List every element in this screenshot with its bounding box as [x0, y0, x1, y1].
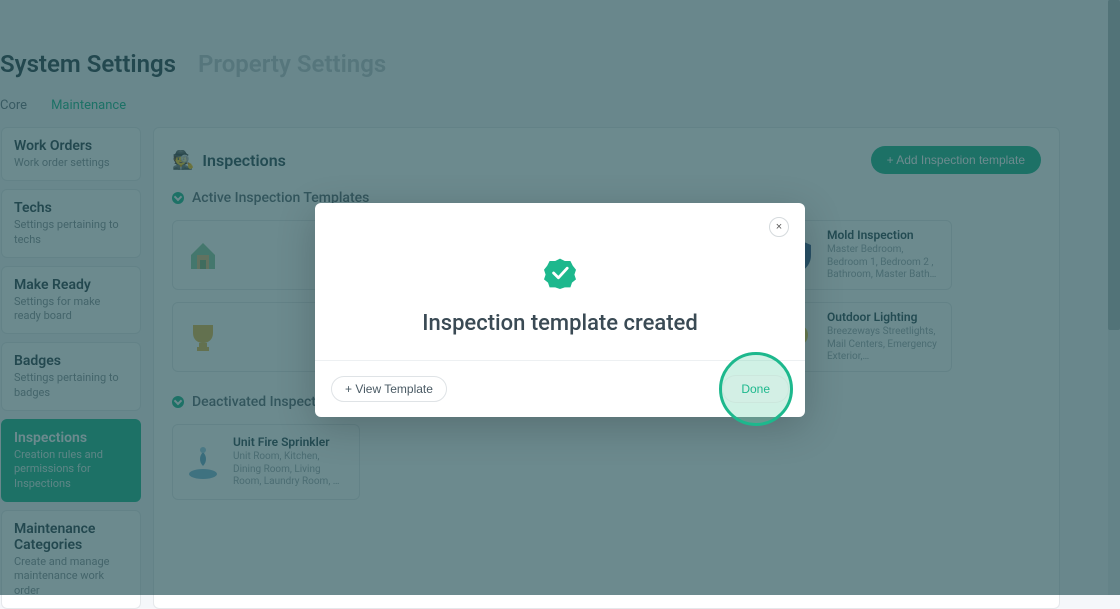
success-check-icon: [544, 257, 576, 289]
done-button[interactable]: Done: [722, 375, 789, 403]
view-template-button[interactable]: + View Template: [331, 376, 447, 402]
success-modal: × Inspection template created + View Tem…: [315, 203, 805, 417]
modal-overlay: × Inspection template created + View Tem…: [0, 0, 1120, 595]
modal-footer: + View Template Done: [315, 360, 805, 417]
modal-body: Inspection template created: [315, 203, 805, 360]
modal-title: Inspection template created: [335, 311, 785, 336]
modal-close-button[interactable]: ×: [769, 217, 789, 237]
